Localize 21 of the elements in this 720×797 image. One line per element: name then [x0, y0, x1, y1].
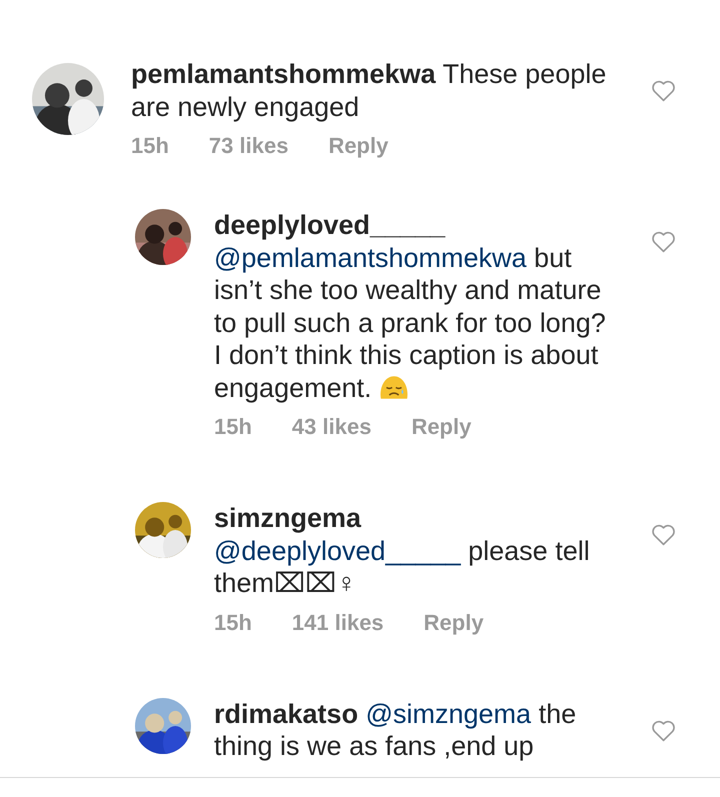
timestamp: 15h — [131, 133, 169, 159]
heart-icon[interactable] — [651, 230, 676, 253]
heart-icon[interactable] — [651, 718, 676, 742]
username-link[interactable]: pemlamantshommekwa — [131, 59, 436, 89]
username-link[interactable]: rdimakatso — [214, 698, 358, 728]
like-count: 43 likes — [292, 414, 372, 440]
comment-text: rdimakatso @simzngema the thing is we as fans ,end up — [214, 698, 578, 762]
mention-link[interactable]: @deeplyloved_____ — [214, 536, 461, 566]
comment-text: simzngema @deeplyloved_____ please tell them⌧⌧♀ — [214, 502, 591, 600]
username-link[interactable]: deeplyloved_____ — [214, 210, 446, 240]
mention-link[interactable]: @pemlamantshommekwa — [214, 242, 527, 272]
heart-icon[interactable] — [651, 523, 676, 546]
mention-link[interactable]: @simzngema — [366, 698, 532, 728]
like-count: 73 likes — [208, 133, 288, 159]
comment-text: pemlamantshommekwa These people are newly engaged — [131, 58, 608, 123]
like-count: 141 likes — [292, 610, 384, 636]
timestamp: 15h — [214, 610, 252, 636]
heart-icon[interactable] — [651, 79, 676, 102]
comment-text: deeplyloved_____ @pemlamantshommekwa but isn’t she too wealthy and mature to pull such a prank for too long? I don’t think this caption is about engagement. — [214, 209, 607, 404]
timestamp: 15h — [214, 414, 252, 440]
username-link[interactable]: simzngema — [214, 503, 362, 533]
